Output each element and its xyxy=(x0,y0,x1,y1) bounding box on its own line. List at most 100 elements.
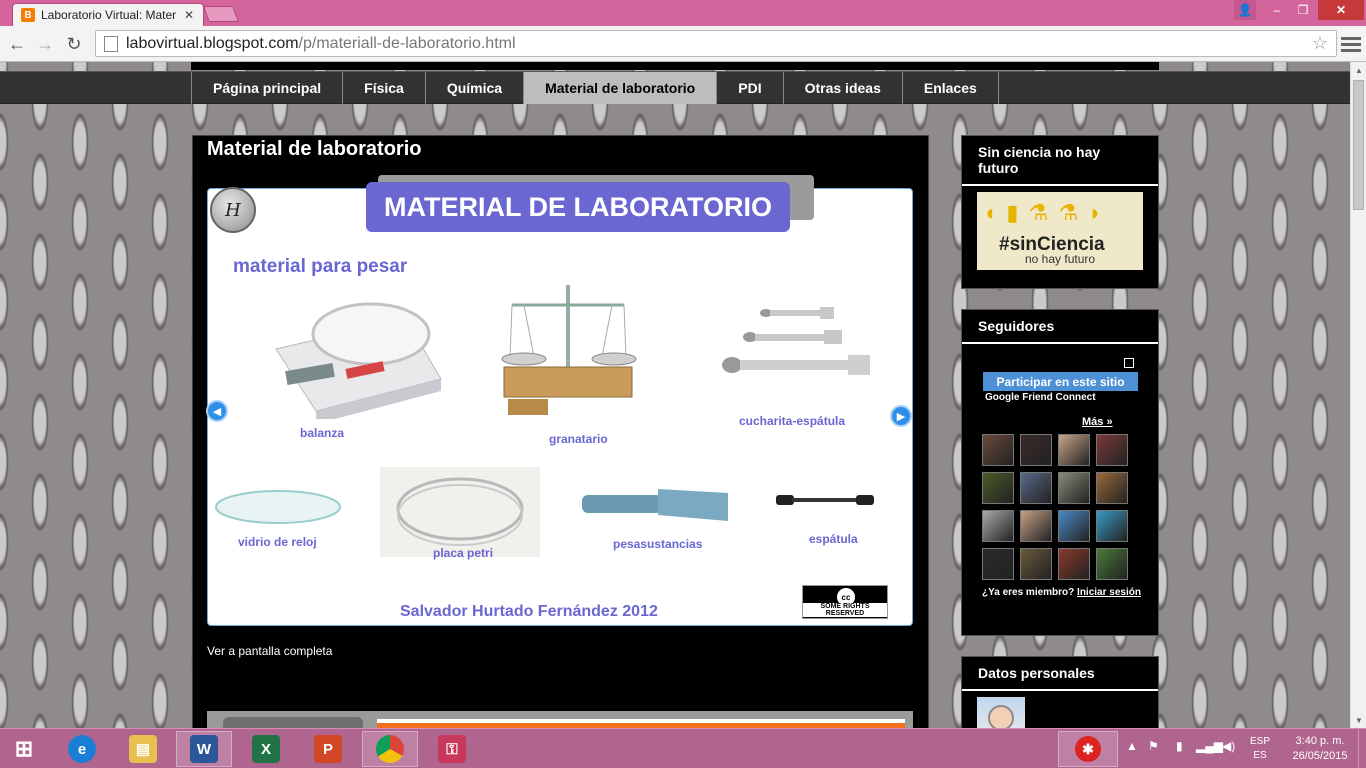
post-title: Material de laboratorio xyxy=(207,138,422,160)
popout-icon[interactable] xyxy=(1124,358,1134,368)
taskbar-app[interactable]: ⚿ xyxy=(424,731,480,767)
taskbar-powerpoint[interactable]: P xyxy=(300,731,356,767)
language-indicator[interactable]: ESP ES xyxy=(1250,735,1270,763)
join-site-button[interactable]: Participar en este sitio xyxy=(983,372,1138,391)
tray-app-icon: ✱ xyxy=(1075,736,1101,762)
widget-datos-personales: Datos personales xyxy=(961,656,1159,728)
nav-item-4[interactable]: PDI xyxy=(717,72,784,104)
follower-avatar[interactable] xyxy=(1020,548,1052,580)
address-bar[interactable]: labovirtual.blogspot.com/p/materiall-de-… xyxy=(95,30,1337,57)
next-slide-arrow-icon[interactable]: ▶ xyxy=(890,405,912,427)
start-button[interactable]: ⊞ xyxy=(4,731,44,767)
nav-item-1[interactable]: Física xyxy=(343,72,426,104)
follower-avatar[interactable] xyxy=(1058,472,1090,504)
slide-header: MATERIAL DE LABORATORIO xyxy=(366,182,790,232)
show-hidden-icons-icon[interactable]: ▲ xyxy=(1126,739,1138,753)
user-profile-icon[interactable]: 👤 xyxy=(1234,0,1256,20)
follower-avatar[interactable] xyxy=(982,548,1014,580)
browser-tab-active[interactable]: B Laboratorio Virtual: Mater ✕ xyxy=(12,3,204,26)
embed-header-bar xyxy=(377,719,905,728)
reload-icon[interactable]: ↻ xyxy=(63,33,85,55)
widget-sin-ciencia: Sin ciencia no hay futuro ◖ ▮ ⚗ ⚗ ◗ #sin… xyxy=(961,135,1159,289)
sinciencia-banner[interactable]: ◖ ▮ ⚗ ⚗ ◗ #sinCiencia no hay futuro xyxy=(977,192,1143,270)
taskbar-word[interactable]: W xyxy=(176,731,232,767)
banner-sub-text: no hay futuro xyxy=(1025,252,1096,266)
signin-link[interactable]: Iniciar sesión xyxy=(1077,587,1141,598)
nav-item-0[interactable]: Página principal xyxy=(192,72,344,104)
widget-title: Seguidores xyxy=(962,310,1158,344)
nav-item-3[interactable]: Material de laboratorio xyxy=(524,72,718,104)
taskbar-explorer[interactable]: ▤ xyxy=(115,731,171,767)
vertical-scrollbar[interactable]: ▲ ▼ xyxy=(1350,62,1366,728)
tab-close-icon[interactable]: ✕ xyxy=(181,8,197,22)
presentation-slide[interactable]: MATERIAL DE LABORATORIO H material para … xyxy=(206,175,913,626)
follower-avatar[interactable] xyxy=(1020,434,1052,466)
page-icon xyxy=(104,35,118,52)
show-desktop-button[interactable] xyxy=(1358,729,1366,768)
browser-titlebar: B Laboratorio Virtual: Mater ✕ 👤 – ❐ ✕ xyxy=(0,0,1366,26)
follower-avatar[interactable] xyxy=(1058,510,1090,542)
internet-explorer-icon: e xyxy=(68,735,96,763)
follower-avatar[interactable] xyxy=(982,510,1014,542)
follower-avatar[interactable] xyxy=(1020,510,1052,542)
cucharita-espatula-image xyxy=(722,307,870,375)
taskbar-excel[interactable]: X xyxy=(238,731,294,767)
keyboard-code: ES xyxy=(1253,750,1267,761)
flag-icon[interactable]: ⚑ xyxy=(1148,739,1159,753)
more-followers-link[interactable]: Más » xyxy=(1082,416,1113,428)
nav-item-2[interactable]: Química xyxy=(426,72,525,104)
bookmark-star-icon[interactable]: ☆ xyxy=(1312,33,1328,54)
follower-avatar[interactable] xyxy=(1020,472,1052,504)
balanza-image xyxy=(275,302,442,419)
url-host: labovirtual.blogspot.com xyxy=(126,34,299,52)
word-icon: W xyxy=(190,735,218,763)
chrome-menu-icon[interactable] xyxy=(1341,33,1361,55)
site-navbar: Página principal Física Química Material de… xyxy=(0,71,1350,104)
nav-item-6[interactable]: Enlaces xyxy=(903,72,999,104)
cc-badge-text: SOME RIGHTS RESERVED xyxy=(803,603,887,617)
item-label-espatula: espátula xyxy=(809,532,858,546)
science-icons: ◖ ▮ ⚗ ⚗ ◗ xyxy=(983,200,1104,225)
forward-arrow-icon[interactable]: → xyxy=(34,33,56,55)
widget-title: Sin ciencia no hay futuro xyxy=(962,136,1158,186)
profile-avatar[interactable] xyxy=(977,697,1025,728)
app-key-icon: ⚿ xyxy=(438,735,466,763)
close-window-button[interactable]: ✕ xyxy=(1318,0,1364,20)
vidrio-de-reloj-image xyxy=(215,490,341,524)
network-icon[interactable]: ▂▄▆ xyxy=(1196,739,1223,753)
widget-seguidores: Seguidores Participar en este sitio Goog… xyxy=(961,309,1159,636)
taskbar-chrome[interactable] xyxy=(362,731,418,767)
fullscreen-link[interactable]: Ver a pantalla completa xyxy=(207,644,332,658)
follower-avatar[interactable] xyxy=(982,472,1014,504)
follower-avatar[interactable] xyxy=(1096,434,1128,466)
taskbar-tray-app[interactable]: ✱ xyxy=(1058,731,1118,767)
follower-avatar[interactable] xyxy=(1096,510,1128,542)
follower-avatar[interactable] xyxy=(1058,548,1090,580)
maximize-button[interactable]: ❐ xyxy=(1290,0,1316,20)
prev-slide-arrow-icon[interactable]: ◀ xyxy=(206,400,228,422)
battery-icon[interactable]: ▮ xyxy=(1176,739,1183,753)
taskbar-clock[interactable]: 3:40 p. m. 26/05/2015 xyxy=(1290,734,1350,764)
taskbar-ie[interactable]: e xyxy=(54,731,110,767)
follower-avatar[interactable] xyxy=(1096,548,1128,580)
main-column: Material de laboratorio MATERIAL DE LABO… xyxy=(192,135,929,728)
minimize-button[interactable]: – xyxy=(1264,0,1290,20)
excel-icon: X xyxy=(252,735,280,763)
scroll-thumb[interactable] xyxy=(1353,80,1364,210)
page-viewport: Página principal Física Química Material de… xyxy=(0,62,1350,728)
follower-avatar[interactable] xyxy=(982,434,1014,466)
scroll-up-icon[interactable]: ▲ xyxy=(1351,62,1366,78)
back-arrow-icon[interactable]: ← xyxy=(6,33,28,55)
next-embedded-presentation[interactable] xyxy=(207,711,913,728)
powerpoint-icon: P xyxy=(314,735,342,763)
windows-logo-icon: ⊞ xyxy=(14,736,34,761)
new-tab-button[interactable] xyxy=(203,6,239,22)
volume-icon[interactable]: ◀) xyxy=(1222,739,1235,753)
follower-avatar[interactable] xyxy=(1096,472,1128,504)
creative-commons-badge[interactable]: cc SOME RIGHTS RESERVED xyxy=(802,585,888,619)
clock-time: 3:40 p. m. xyxy=(1295,735,1345,747)
follower-avatar[interactable] xyxy=(1058,434,1090,466)
nav-item-5[interactable]: Otras ideas xyxy=(784,72,903,104)
item-label-placa-petri: placa petri xyxy=(433,546,494,560)
scroll-down-icon[interactable]: ▼ xyxy=(1351,712,1366,728)
